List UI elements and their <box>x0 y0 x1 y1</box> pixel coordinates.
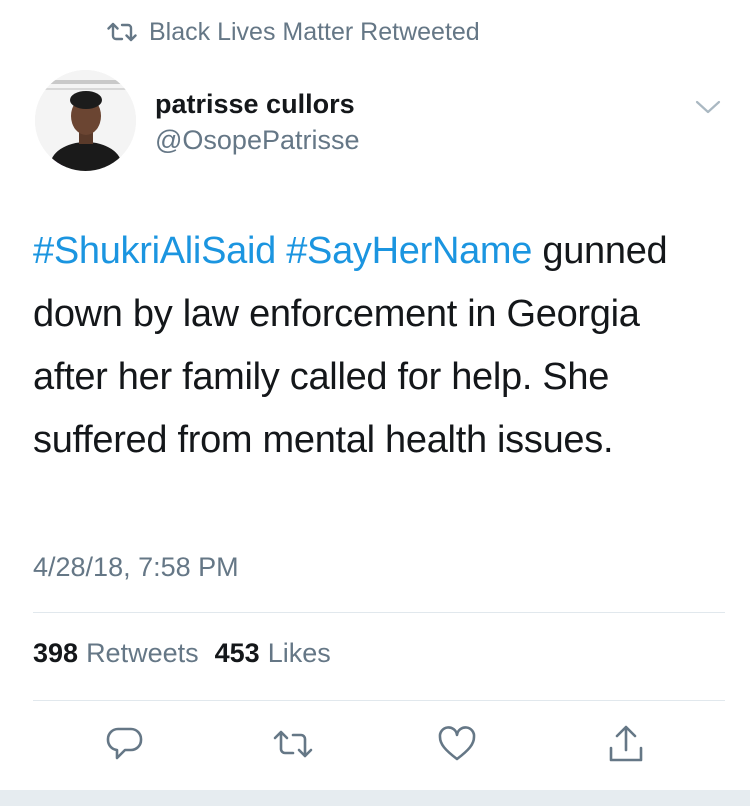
like-button[interactable] <box>435 722 479 766</box>
divider <box>33 612 725 613</box>
share-icon <box>607 724 645 764</box>
likes-stat[interactable]: 453 Likes <box>215 638 331 669</box>
retweets-stat[interactable]: 398 Retweets <box>33 638 199 669</box>
retweets-count: 398 <box>33 638 79 668</box>
author-handle[interactable]: @OsopePatrisse <box>155 122 360 158</box>
retweet-icon <box>273 729 313 759</box>
tweet-text: #ShukriAliSaid #SayHerName gunned down b… <box>33 220 723 472</box>
heart-icon <box>437 725 477 763</box>
bottom-separator <box>0 790 750 806</box>
retweet-icon <box>107 21 137 43</box>
divider <box>33 700 725 701</box>
likes-label: Likes <box>267 638 331 668</box>
retweets-label: Retweets <box>86 638 199 668</box>
tweet-timestamp: 4/28/18, 7:58 PM <box>33 552 239 582</box>
share-button[interactable] <box>604 722 648 766</box>
hashtag-link[interactable]: #SayHerName <box>286 230 532 272</box>
hashtag-link[interactable]: #ShukriAliSaid <box>33 230 276 272</box>
reply-icon <box>105 724 145 764</box>
chevron-down-icon <box>693 96 723 118</box>
retweet-button[interactable] <box>271 722 315 766</box>
retweet-banner[interactable]: Black Lives Matter Retweeted <box>107 14 480 50</box>
reply-button[interactable] <box>103 722 147 766</box>
tweet-actions <box>0 722 750 768</box>
avatar[interactable] <box>35 70 136 171</box>
tweet-menu-button[interactable] <box>693 96 723 118</box>
likes-count: 453 <box>214 638 260 668</box>
author-block[interactable]: patrisse cullors @OsopePatrisse <box>155 86 360 158</box>
author-name[interactable]: patrisse cullors <box>155 86 360 122</box>
tweet-stats: 398 Retweets 453 Likes <box>33 638 331 669</box>
retweet-banner-text: Black Lives Matter Retweeted <box>149 17 480 46</box>
